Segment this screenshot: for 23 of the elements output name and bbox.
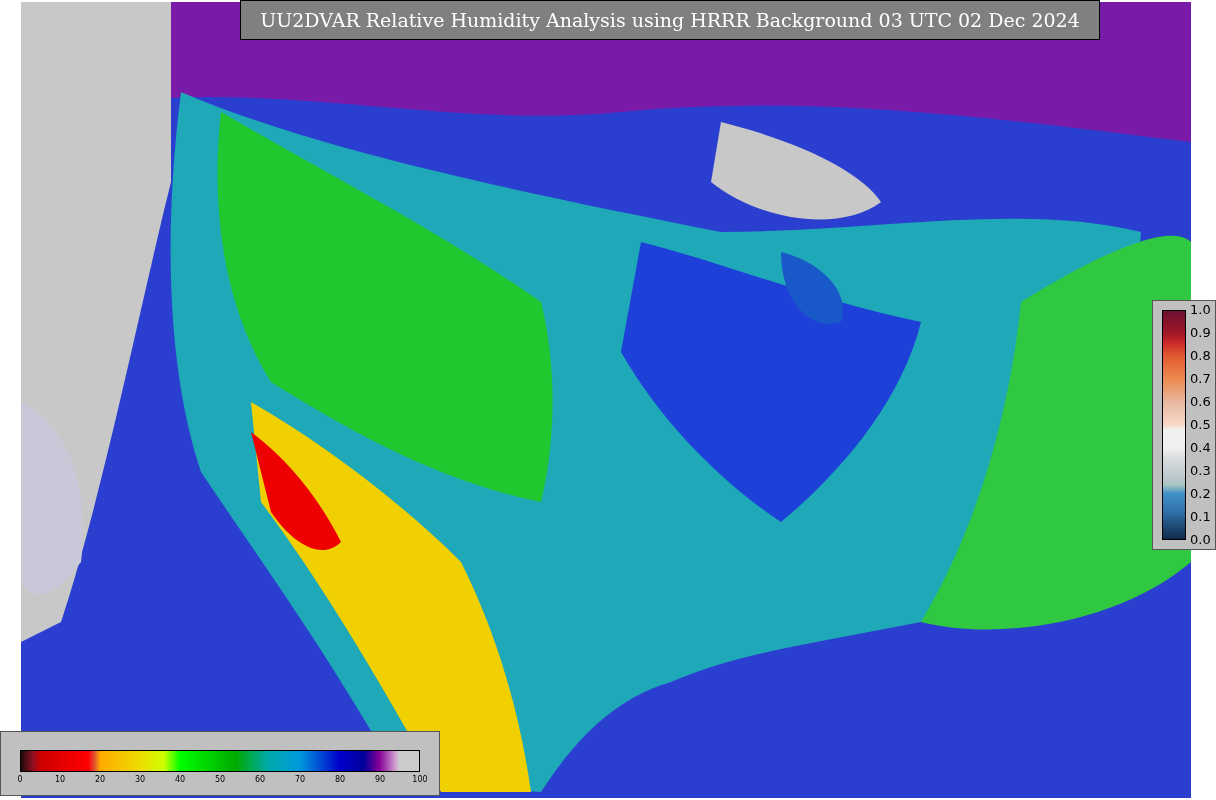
colorbar-tick-label: 0.3 (1190, 464, 1211, 478)
colorbar-tick-label: 90 (374, 775, 386, 785)
colorbar-tick-label: 70 (294, 775, 306, 785)
colorbar-tick-label: 10 (54, 775, 66, 785)
colorbar-tick-label: 60 (254, 775, 266, 785)
colorbar-tick-label: 0.7 (1190, 372, 1211, 386)
colorbar-tick-label: 0.5 (1190, 418, 1211, 432)
colorbar-tick-label: 0.2 (1190, 487, 1211, 501)
colorbar-tick-label: 0.4 (1190, 441, 1211, 455)
colorbar-tick-label: 30 (134, 775, 146, 785)
colorbar-tick-label: 20 (94, 775, 106, 785)
colorbar-tick-label: 0.6 (1190, 395, 1211, 409)
colorbar-tick-label: 80 (334, 775, 346, 785)
colorbar-tick-label: 50 (214, 775, 226, 785)
colorbar-tick-label: 0.9 (1190, 326, 1211, 340)
colorbar-tick-label: 0.8 (1190, 349, 1211, 363)
colorbar-tick-label: 0.1 (1190, 510, 1211, 524)
colorbar-tick-label: 0 (17, 775, 23, 785)
colorbar-tick-label: 100 (412, 775, 428, 785)
colorbar-tick-label: 0.0 (1190, 533, 1211, 547)
chart-title: UU2DVAR Relative Humidity Analysis using HRRR Background 03 UTC 02 Dec 2024 (240, 0, 1100, 40)
colorbar-tick-label: 40 (174, 775, 186, 785)
colorbar-tick-label: 1.0 (1190, 303, 1211, 317)
